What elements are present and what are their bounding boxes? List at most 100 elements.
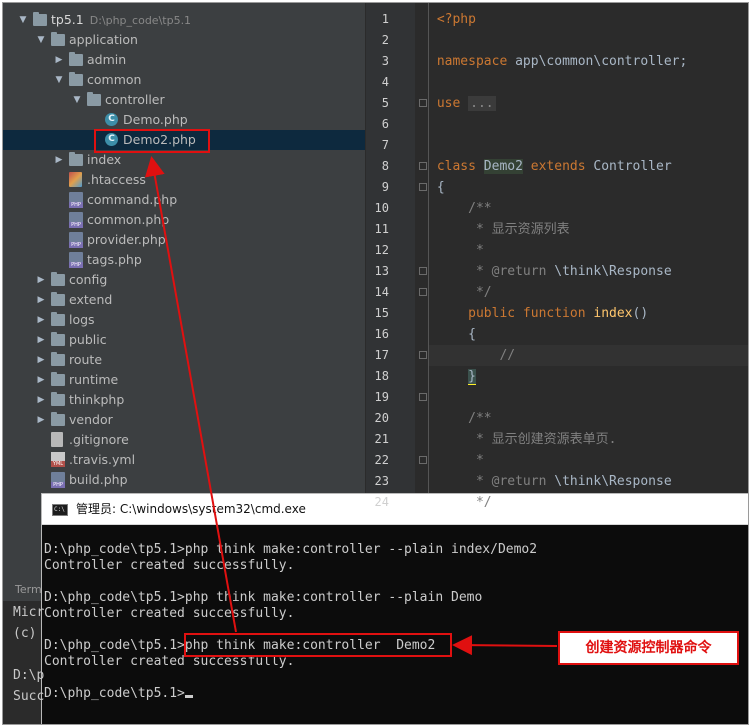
code-line[interactable] <box>429 114 748 135</box>
tree-item-text: admin <box>87 52 127 67</box>
collapse-arrow-icon[interactable]: ▶ <box>35 370 47 390</box>
terminal-line: (c) <box>13 626 37 641</box>
tree-item[interactable]: ▶ vendor <box>3 410 365 430</box>
fold-marker-icon[interactable] <box>419 162 427 170</box>
code-token: class <box>436 159 476 174</box>
code-token: \think\Response <box>546 264 672 279</box>
collapse-arrow-icon[interactable]: ▶ <box>35 350 47 370</box>
tree-item[interactable]: provider.php <box>3 230 365 250</box>
expand-arrow-icon[interactable]: ▼ <box>53 70 65 90</box>
code-line[interactable]: * <box>429 450 748 471</box>
collapse-arrow-icon[interactable]: ▶ <box>35 390 47 410</box>
code-line[interactable]: * 显示创建资源表单页. <box>429 429 748 450</box>
tree-item[interactable]: C Demo.php <box>3 110 365 130</box>
tree-item[interactable]: .htaccess <box>3 170 365 190</box>
cmd-line: Controller created successfully. <box>44 558 294 574</box>
tree-item[interactable]: .gitignore <box>3 430 365 450</box>
tree-item[interactable]: ▶ thinkphp <box>3 390 365 410</box>
code-line[interactable]: * <box>429 240 748 261</box>
tree-item[interactable]: .travis.yml <box>3 450 365 470</box>
code-line[interactable]: { <box>429 324 748 345</box>
expand-arrow-icon[interactable]: ▼ <box>17 10 29 30</box>
fold-marker-icon[interactable] <box>419 183 427 191</box>
collapse-arrow-icon[interactable]: ▶ <box>53 150 65 170</box>
code-token: * <box>468 243 484 258</box>
tree-item-text: application <box>69 32 138 47</box>
collapse-arrow-icon[interactable]: ▶ <box>53 50 65 70</box>
tree-item-label: logs <box>69 310 95 330</box>
collapse-arrow-icon[interactable]: ▶ <box>35 290 47 310</box>
tree-item-text: Demo.php <box>123 112 188 127</box>
tree-item-label: provider.php <box>87 230 166 250</box>
terminal-line: D:\p <box>13 668 45 683</box>
tree-item[interactable]: build.php <box>3 470 365 490</box>
cmd-window[interactable]: 管理员: C:\windows\system32\cmd.exe D:\php_… <box>41 493 748 724</box>
cmd-title-text: 管理员: C:\windows\system32\cmd.exe <box>76 502 306 516</box>
tree-item-text: .travis.yml <box>69 452 136 467</box>
tree-item[interactable]: ▼ common <box>3 70 365 90</box>
code-line[interactable]: <?php <box>429 9 748 30</box>
code-line[interactable]: { <box>429 177 748 198</box>
code-line[interactable] <box>429 135 748 156</box>
tree-item[interactable]: command.php <box>3 190 365 210</box>
code-line[interactable]: } <box>429 366 748 387</box>
tree-item[interactable]: ▶ runtime <box>3 370 365 390</box>
terminal-line: Micr <box>13 605 45 620</box>
code-line[interactable]: * @return \think\Response <box>429 261 748 282</box>
fold-marker-icon[interactable] <box>419 267 427 275</box>
code-line[interactable]: * 显示资源列表 <box>429 219 748 240</box>
code-line[interactable]: // <box>429 345 748 366</box>
code-line[interactable]: /** <box>429 198 748 219</box>
collapse-arrow-icon[interactable]: ▶ <box>35 330 47 350</box>
tree-item-text: thinkphp <box>69 392 125 407</box>
tree-item[interactable]: ▼ controller <box>3 90 365 110</box>
tree-item[interactable]: ▶ index <box>3 150 365 170</box>
tree-item[interactable]: ▼ application <box>3 30 365 50</box>
folder-icon <box>51 372 65 386</box>
code-line[interactable] <box>429 30 748 51</box>
code-line[interactable]: namespace app\common\controller; <box>429 51 748 72</box>
collapse-arrow-icon[interactable]: ▶ <box>35 410 47 430</box>
collapse-arrow-icon[interactable]: ▶ <box>35 270 47 290</box>
line-number: 15 <box>374 306 389 320</box>
expand-arrow-icon[interactable]: ▼ <box>35 30 47 50</box>
tree-item[interactable]: common.php <box>3 210 365 230</box>
line-number: 13 <box>374 264 389 278</box>
tree-item[interactable]: ▶ logs <box>3 310 365 330</box>
code-line[interactable]: */ <box>429 282 748 303</box>
expand-arrow-icon[interactable]: ▼ <box>71 90 83 110</box>
tree-item-label: controller <box>105 90 165 110</box>
tree-item-text: extend <box>69 292 113 307</box>
code-token: /** <box>468 411 492 426</box>
code-line[interactable]: public function index() <box>429 303 748 324</box>
code-line[interactable]: */ <box>429 492 748 513</box>
code-line[interactable]: use ... <box>429 93 748 114</box>
code-line[interactable] <box>429 72 748 93</box>
tree-item[interactable]: tags.php <box>3 250 365 270</box>
tree-item-text: provider.php <box>87 232 166 247</box>
php-file-icon <box>51 472 65 488</box>
tree-item[interactable]: ▶ public <box>3 330 365 350</box>
code-line[interactable]: class Demo2 extends Controller <box>429 156 748 177</box>
fold-marker-icon[interactable] <box>419 393 427 401</box>
fold-marker-icon[interactable] <box>419 456 427 464</box>
line-number: 11 <box>374 222 389 236</box>
line-number: 4 <box>381 75 389 89</box>
fold-marker-icon[interactable] <box>419 351 427 359</box>
tree-item[interactable]: ▶ admin <box>3 50 365 70</box>
tree-item[interactable]: ▶ extend <box>3 290 365 310</box>
line-number: 22 <box>374 453 389 467</box>
collapse-arrow-icon[interactable]: ▶ <box>35 310 47 330</box>
cmd-line: D:\php_code\tp5.1>php think make:control… <box>44 590 482 606</box>
fold-marker-icon[interactable] <box>419 99 427 107</box>
tree-item[interactable]: ▶ route <box>3 350 365 370</box>
tree-item[interactable]: ▼ tp5.1 D:\php_code\tp5.1 <box>3 10 365 30</box>
line-number: 9 <box>381 180 389 194</box>
tree-item[interactable]: ▶ config <box>3 270 365 290</box>
tree-item-text: tags.php <box>87 252 142 267</box>
code-line[interactable] <box>429 387 748 408</box>
code-line[interactable]: /** <box>429 408 748 429</box>
htaccess-file-icon <box>69 172 82 187</box>
fold-marker-icon[interactable] <box>419 288 427 296</box>
code-line[interactable]: * @return \think\Response <box>429 471 748 492</box>
